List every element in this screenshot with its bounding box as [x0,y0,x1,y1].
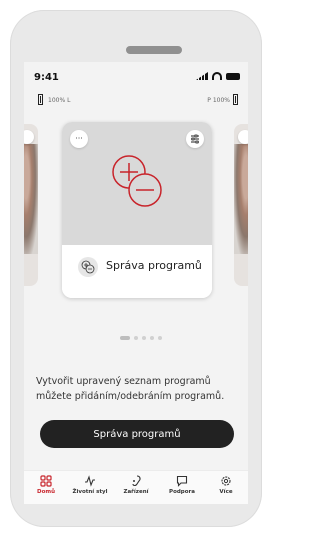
tab-label: Zařízení [123,489,149,495]
pager-dot[interactable] [134,336,138,340]
home-grid-icon [40,475,52,487]
tab-label: Podpora [169,489,195,495]
previous-program-card[interactable] [24,124,38,286]
program-photo [24,144,38,254]
tab-more[interactable]: Více [206,475,246,495]
gear-icon [221,476,231,486]
signal-icon [196,72,208,80]
battery-icon [226,72,240,80]
tab-home[interactable]: Domů [26,475,66,495]
tab-lifestyle[interactable]: Životní styl [70,475,110,495]
tab-label: Životní styl [72,489,108,495]
description-text: Vytvořit upravený seznam programů můžete… [36,376,225,402]
left-battery-icon [38,94,43,105]
tab-label: Více [219,489,233,495]
system-icons [196,72,240,80]
app-screen: 9:41 100% L P 100% ··· Správa programů V… [24,62,248,504]
pager-dot[interactable] [150,336,154,340]
program-management-card[interactable]: ··· Správa programů [62,122,212,298]
settings-sliders-icon[interactable] [186,130,204,148]
phone-speaker [126,46,182,54]
status-bar: 9:41 [24,62,248,86]
status-time: 9:41 [34,72,59,83]
hearing-device-icon [132,475,141,487]
card-options-icon[interactable] [238,130,248,144]
right-battery-icon [233,94,238,105]
more-options-icon[interactable]: ··· [70,130,88,148]
pager-dot[interactable] [158,336,162,340]
pager-dot[interactable] [142,336,146,340]
card-footer: Správa programů [62,245,212,298]
right-battery-text: P 100% [207,97,230,104]
add-remove-icon [112,155,162,207]
wifi-icon [212,72,222,80]
hearing-aid-status: 100% L P 100% [24,94,248,108]
next-program-card[interactable] [234,124,248,286]
tab-support[interactable]: Podpora [162,475,202,495]
left-battery-text: 100% L [48,97,71,104]
pager-dot-active[interactable] [120,336,130,340]
card-title: Správa programů [106,259,202,272]
bottom-tab-bar: Domů Životní styl Zařízení Podpora Více [24,470,248,504]
tab-devices[interactable]: Zařízení [116,475,156,495]
program-photo [234,144,248,254]
program-management-button[interactable]: Správa programů [40,420,234,448]
card-options-icon[interactable] [24,130,34,144]
pulse-icon [85,475,95,487]
tab-label: Domů [37,489,55,495]
program-management-icon [78,257,98,277]
carousel-pager [120,336,162,340]
chat-icon [176,475,188,487]
